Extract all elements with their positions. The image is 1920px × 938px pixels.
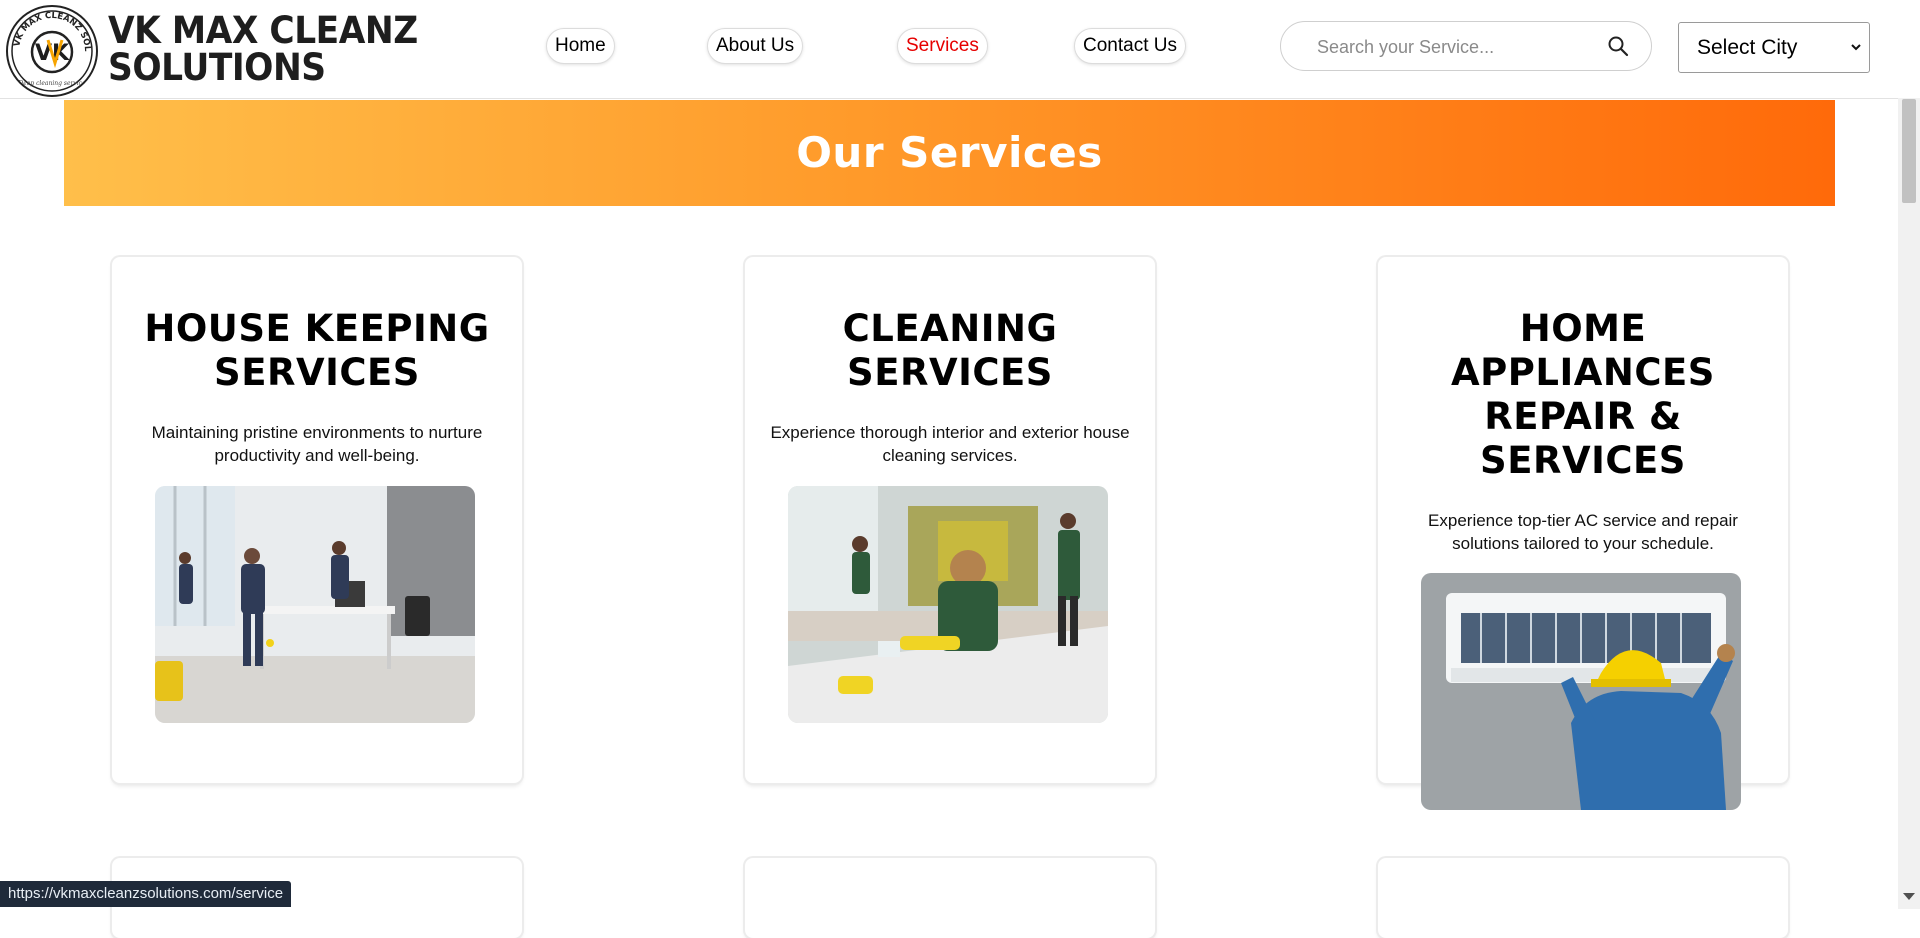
scroll-down-arrow-icon[interactable] (1903, 893, 1915, 900)
link-status-bar: https://vkmaxcleanzsolutions.com/service (0, 881, 292, 907)
scrollbar-thumb[interactable] (1902, 99, 1916, 203)
search-icon[interactable] (1607, 35, 1629, 57)
brand-line-2: SOLUTIONS (108, 46, 326, 89)
chevron-down-icon (1851, 44, 1861, 51)
nav-home[interactable]: Home (546, 28, 615, 64)
company-logo[interactable]: VK MAX CLEANZ SOLUTIONS VK Deep cleaning… (6, 5, 98, 97)
page-scrollbar[interactable] (1898, 98, 1920, 909)
house-cleaning-photo (788, 486, 1108, 723)
service-description: Experience thorough interior and exterio… (770, 423, 1130, 465)
ac-repair-photo (1421, 573, 1741, 810)
service-card-cleaning[interactable]: CLEANING SERVICES Experience thorough in… (745, 257, 1155, 783)
page-title: Our Services (796, 128, 1103, 177)
service-card-appliances[interactable]: HOME APPLIANCES REPAIR & SERVICES Experi… (1378, 257, 1788, 810)
services-banner: Our Services (64, 100, 1835, 206)
search-input[interactable] (1315, 34, 1599, 60)
nav-contact-us[interactable]: Contact Us (1074, 28, 1186, 64)
service-card-next[interactable] (745, 858, 1155, 938)
svg-text:Deep cleaning service: Deep cleaning service (17, 80, 86, 87)
service-description: Experience top-tier AC service and repai… (1428, 511, 1738, 553)
service-image (1421, 573, 1741, 810)
brand-line-1: VK MAX CLEANZ (108, 9, 418, 52)
brand-name[interactable]: VK MAX CLEANZ SOLUTIONS (108, 12, 418, 86)
service-description: Maintaining pristine environments to nur… (151, 423, 483, 465)
service-title: HOUSE KEEPING SERVICES (144, 307, 490, 394)
city-select-value: Select City (1697, 36, 1798, 59)
nav-services[interactable]: Services (897, 28, 988, 64)
logo-emblem-icon: VK MAX CLEANZ SOLUTIONS VK Deep cleaning… (8, 7, 93, 92)
service-title: CLEANING SERVICES (842, 307, 1058, 394)
site-header: VK MAX CLEANZ SOLUTIONS VK Deep cleaning… (0, 0, 1920, 99)
service-card-next[interactable] (1378, 858, 1788, 938)
city-select[interactable]: Select City (1678, 22, 1870, 73)
search-box (1280, 21, 1652, 71)
service-title: HOME APPLIANCES REPAIR & SERVICES (1451, 307, 1715, 482)
nav-about-us[interactable]: About Us (707, 28, 804, 64)
service-card-housekeeping[interactable]: HOUSE KEEPING SERVICES Maintaining prist… (112, 257, 522, 783)
service-image (788, 486, 1108, 723)
office-cleaning-photo (155, 486, 475, 723)
service-image (155, 486, 475, 723)
